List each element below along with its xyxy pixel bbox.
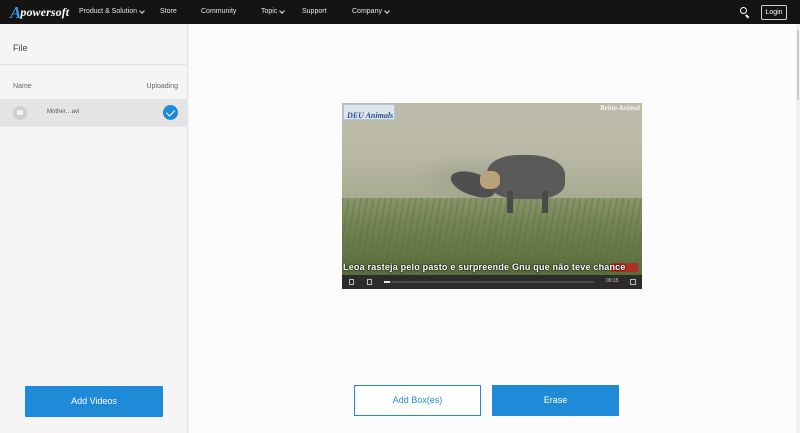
scrollbar-thumb[interactable]: [797, 30, 799, 100]
checkmark-icon: [163, 105, 178, 120]
erase-button[interactable]: Erase: [492, 385, 619, 416]
chevron-down-icon: [279, 7, 286, 14]
video-player[interactable]: DEU Animals Reino Animal Leoa rasteja pe…: [342, 103, 642, 289]
file-list-item[interactable]: Mother…avi: [0, 99, 188, 127]
top-navigation-bar: A powersoft Product & Solution Store Com…: [0, 0, 800, 24]
file-name: Mother…avi: [47, 109, 80, 115]
column-header-name: Name: [13, 83, 32, 90]
nav-company[interactable]: Company: [352, 0, 390, 24]
add-videos-button[interactable]: Add Videos: [25, 386, 163, 417]
nav-store[interactable]: Store: [160, 0, 177, 24]
channel-watermark: DEU Animals: [343, 104, 395, 120]
add-boxes-button[interactable]: Add Box(es): [354, 385, 481, 416]
stop-icon[interactable]: [367, 279, 372, 285]
login-button[interactable]: Login: [761, 5, 787, 20]
nav-community[interactable]: Community: [201, 0, 236, 24]
video-controls: 00:15: [342, 275, 642, 289]
video-progress-fill: [384, 281, 391, 283]
nav-support-label: Support: [302, 8, 327, 15]
nav-product-solution-label: Product & Solution: [79, 8, 137, 15]
nav-support[interactable]: Support: [302, 0, 327, 24]
file-panel: File Name Uploading Mother…avi Add Video…: [0, 24, 188, 433]
nav-company-label: Company: [352, 8, 382, 15]
nav-store-label: Store: [160, 8, 177, 15]
search-icon[interactable]: [739, 6, 751, 19]
file-panel-title: File: [13, 43, 28, 53]
apowersoft-logo[interactable]: A powersoft: [10, 3, 69, 21]
nav-topic-label: Topic: [261, 8, 278, 15]
video-time: 00:15: [606, 278, 619, 284]
nav-topic[interactable]: Topic: [261, 0, 286, 24]
channel-watermark-text: DEU Animals: [347, 111, 394, 120]
play-icon[interactable]: [349, 279, 354, 285]
video-frame: DEU Animals Reino Animal Leoa rasteja pe…: [342, 103, 642, 275]
fullscreen-icon[interactable]: [630, 279, 636, 285]
logo-text: powersoft: [20, 4, 70, 19]
divider: [0, 64, 188, 65]
video-progress-bar[interactable]: [384, 281, 594, 283]
video-subtitle: Leoa rasteja pelo pasto e surpreende Gnu…: [343, 262, 626, 272]
nav-product-solution[interactable]: Product & Solution: [79, 0, 145, 24]
chevron-down-icon: [384, 7, 390, 14]
chevron-down-icon: [139, 7, 145, 14]
column-header-uploading: Uploading: [146, 83, 178, 90]
reino-animal-watermark: Reino Animal: [599, 104, 640, 112]
video-file-icon: [13, 106, 27, 120]
nav-community-label: Community: [201, 8, 237, 15]
